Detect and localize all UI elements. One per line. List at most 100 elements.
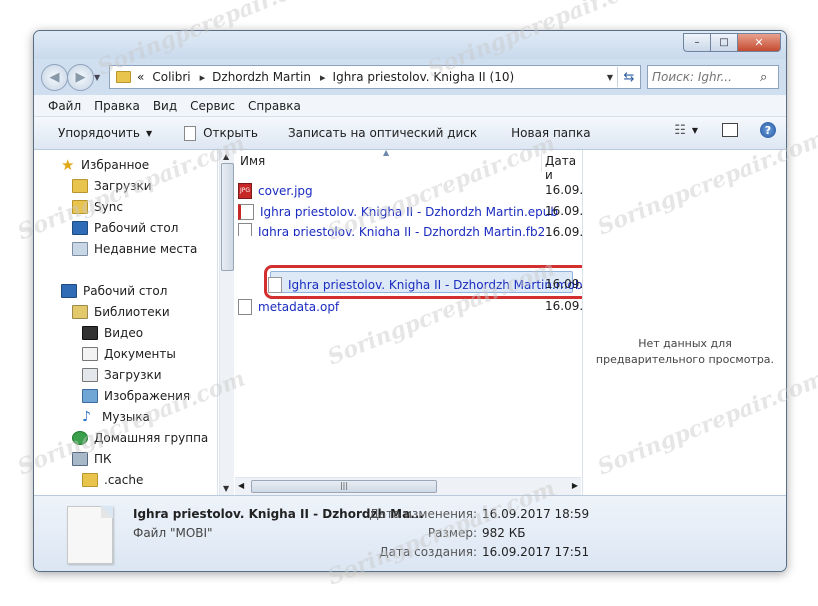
- nav-label: Загрузки: [94, 179, 152, 193]
- chevron-down-icon: ▼: [145, 128, 153, 138]
- address-bar[interactable]: « Colibri ▸ Dzhordzh Martin ▸ Ighra prie…: [109, 65, 641, 89]
- nav-label: .cache: [104, 473, 144, 487]
- nav-desktop-root[interactable]: Рабочий стол: [61, 281, 167, 301]
- nav-libraries[interactable]: Библиотеки: [72, 302, 170, 322]
- nav-desktop[interactable]: Рабочий стол: [72, 218, 178, 238]
- file-name: Ighra priestolov. Knigha II - Dzhordzh M…: [260, 204, 559, 219]
- file-row[interactable]: Ighra priestolov. Knigha II - Dzhordzh M…: [238, 223, 545, 236]
- nav-video[interactable]: Видео: [82, 323, 143, 343]
- downloads-folder-icon: [72, 179, 88, 193]
- file-row[interactable]: JPG cover.jpg: [238, 181, 313, 200]
- toolbar-right: ☷ ▼ ?: [662, 122, 776, 138]
- nav-label: Недавние места: [94, 242, 198, 256]
- documents-icon: [82, 347, 98, 361]
- menu-edit[interactable]: Правка: [94, 99, 140, 113]
- file-row[interactable]: metadata.opf: [238, 297, 339, 316]
- title-bar: – □ ✕: [34, 31, 786, 59]
- nav-sync[interactable]: Sync: [72, 197, 123, 217]
- preview-pane-icon[interactable]: [722, 123, 738, 137]
- nav-label: Рабочий стол: [94, 221, 179, 235]
- breadcrumb-author[interactable]: Dzhordzh Martin: [212, 70, 311, 84]
- folder-icon: [72, 200, 88, 214]
- refresh-icon[interactable]: ⇆: [617, 67, 640, 87]
- view-options-icon[interactable]: ☷: [674, 123, 686, 138]
- breadcrumb-book[interactable]: Ighra priestolov. Knigha II (10): [333, 70, 515, 84]
- video-icon: [82, 326, 98, 340]
- scroll-thumb[interactable]: [221, 163, 234, 271]
- menu-help[interactable]: Справка: [248, 99, 301, 113]
- nav-recent[interactable]: Недавние места: [72, 239, 197, 259]
- nav-label: Документы: [104, 347, 176, 361]
- nav-scrollbar[interactable]: ▲ ▼: [219, 150, 234, 495]
- scroll-down-icon[interactable]: ▼: [223, 484, 229, 493]
- file-list-header: ▲ Имя Дата и: [235, 148, 581, 182]
- explorer-window: – □ ✕ ◀ ▶ ▼ « Colibri ▸ Dzhordzh Martin …: [33, 30, 787, 572]
- detail-created-label: Дата создания:: [379, 545, 477, 559]
- nav-label: Рабочий стол: [83, 284, 168, 298]
- menu-tools[interactable]: Сервис: [190, 99, 235, 113]
- scroll-right-icon[interactable]: ▶: [572, 481, 578, 490]
- file-row-selected[interactable]: Ighra priestolov. Knigha II - Dzhordzh M…: [238, 275, 586, 294]
- nav-homegroup[interactable]: Домашняя группа: [72, 428, 208, 448]
- breadcrumb-overflow[interactable]: «: [137, 70, 144, 84]
- scroll-thumb[interactable]: |||: [251, 480, 437, 493]
- detail-file-type: Файл "MOBI": [133, 526, 213, 540]
- file-name: Ighra priestolov. Knigha II - Dzhordzh M…: [258, 225, 546, 236]
- file-name: metadata.opf: [258, 299, 340, 314]
- maximize-button[interactable]: □: [710, 33, 738, 52]
- nav-downloads[interactable]: Загрузки: [72, 176, 152, 196]
- nav-label: Изображения: [104, 389, 191, 403]
- command-bar: Упорядочить ▼ Открыть Записать на оптиче…: [34, 117, 786, 150]
- search-input[interactable]: [648, 70, 756, 84]
- forward-arrow-icon: ▶: [75, 70, 86, 85]
- help-icon[interactable]: ?: [760, 122, 776, 138]
- view-dropdown-icon[interactable]: ▼: [692, 126, 698, 135]
- menu-bar: Файл Правка Вид Сервис Справка: [34, 95, 786, 117]
- chevron-right-icon[interactable]: ▸: [200, 71, 206, 84]
- burn-label: Записать на оптический диск: [287, 126, 478, 140]
- libraries-icon: [72, 305, 88, 319]
- search-icon[interactable]: ⌕: [760, 70, 767, 85]
- organize-button[interactable]: Упорядочить ▼: [50, 121, 160, 145]
- jpg-file-icon: JPG: [238, 182, 252, 199]
- nav-label: Музыка: [102, 410, 150, 424]
- minimize-button[interactable]: –: [683, 33, 711, 52]
- back-button[interactable]: ◀: [41, 64, 68, 91]
- forward-button[interactable]: ▶: [67, 64, 94, 91]
- address-dropdown-icon[interactable]: ▼: [607, 73, 613, 82]
- file-row[interactable]: Ighra priestolov. Knigha II - Dzhordzh M…: [238, 202, 558, 221]
- preview-empty-text: Нет данных для предварительного просмотр…: [595, 337, 775, 366]
- nav-music[interactable]: ♪ Музыка: [82, 407, 150, 427]
- nav-images[interactable]: Изображения: [82, 386, 190, 406]
- burn-button[interactable]: Записать на оптический диск: [280, 121, 485, 145]
- open-button[interactable]: Открыть: [176, 121, 266, 145]
- caption-buttons: – □ ✕: [683, 33, 781, 52]
- sort-ascending-icon: ▲: [383, 148, 390, 157]
- column-divider[interactable]: [541, 150, 542, 172]
- search-box[interactable]: ⌕: [647, 65, 779, 89]
- preview-pane: Нет данных для предварительного просмотр…: [582, 150, 786, 495]
- menu-file[interactable]: Файл: [48, 99, 81, 113]
- nav-pc[interactable]: ПК: [72, 449, 112, 469]
- scroll-left-icon[interactable]: ◀: [238, 481, 244, 490]
- desktop-icon: [72, 221, 88, 235]
- nav-cache[interactable]: .cache: [82, 470, 143, 490]
- history-dropdown-icon[interactable]: ▼: [94, 73, 100, 82]
- close-button[interactable]: ✕: [737, 33, 781, 52]
- navigation-pane: ★ Избранное Загрузки Sync Рабочий стол Не…: [34, 150, 218, 495]
- nav-downloads-lib[interactable]: Загрузки: [82, 365, 162, 385]
- breadcrumb-colibri[interactable]: Colibri: [152, 70, 190, 84]
- nav-documents[interactable]: Документы: [82, 344, 176, 364]
- detail-size-label: Размер:: [427, 526, 477, 540]
- scroll-up-icon[interactable]: ▲: [223, 152, 229, 161]
- nav-favorites[interactable]: ★ Избранное: [61, 155, 149, 175]
- column-header-date[interactable]: Дата и: [545, 154, 581, 182]
- column-header-name[interactable]: Имя: [240, 154, 265, 168]
- file-list-hscrollbar[interactable]: ◀ ||| ▶: [235, 477, 581, 495]
- computer-icon: [72, 452, 88, 466]
- menu-view[interactable]: Вид: [153, 99, 177, 113]
- detail-modified-value: 16.09.2017 18:59: [482, 507, 590, 521]
- homegroup-icon: [72, 431, 88, 445]
- chevron-right-icon[interactable]: ▸: [320, 71, 326, 84]
- new-folder-button[interactable]: Новая папка: [503, 121, 598, 145]
